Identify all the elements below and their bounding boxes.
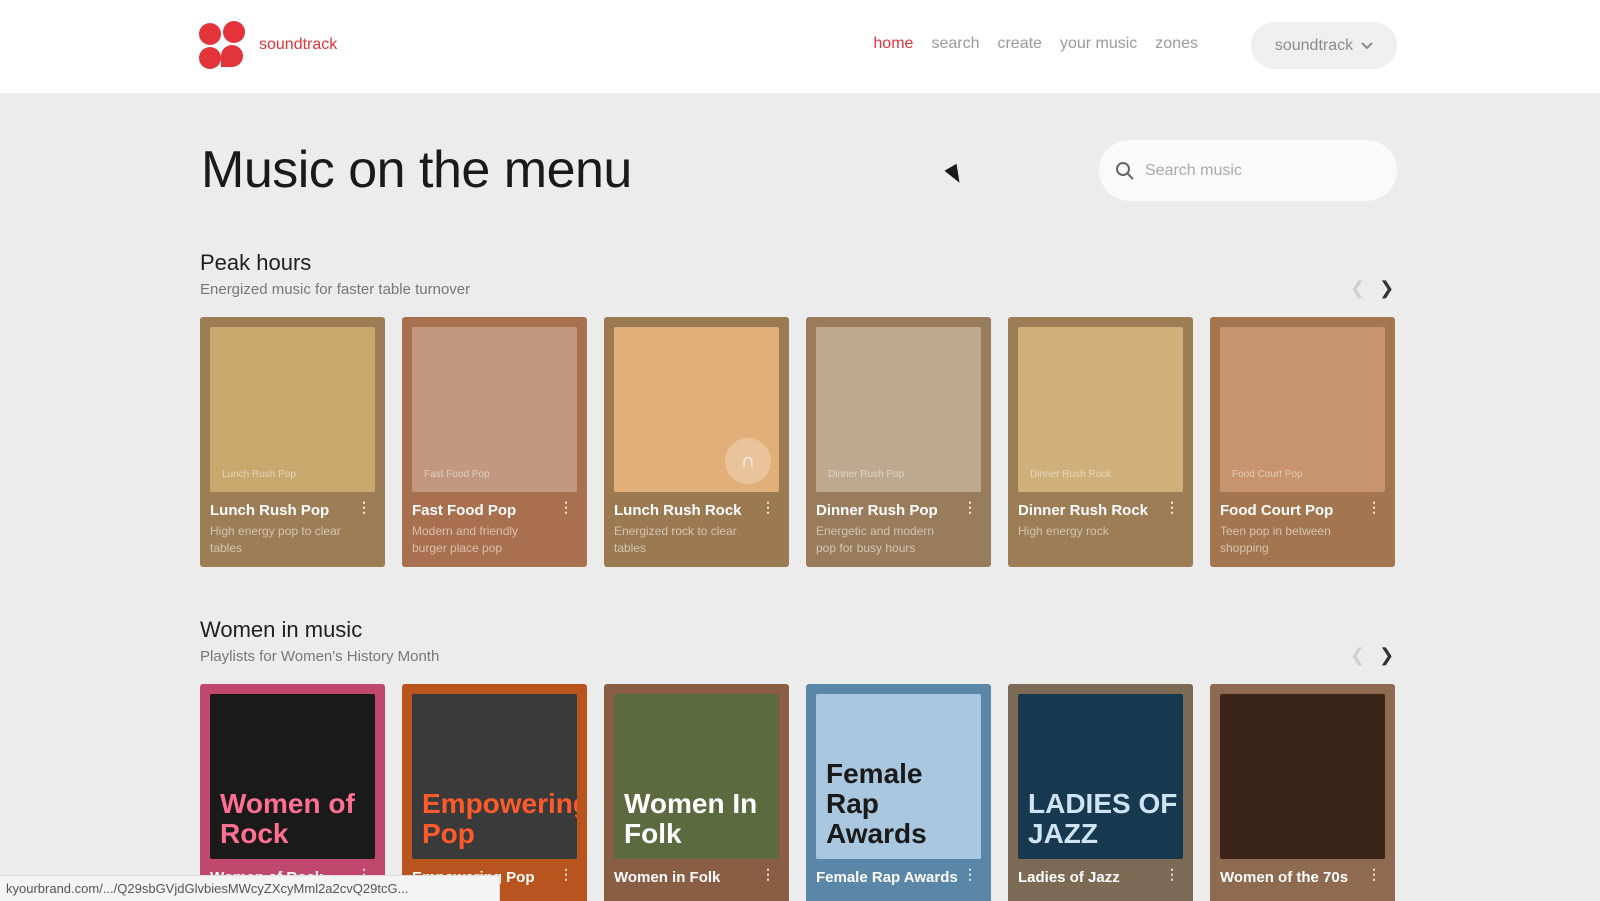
chevron-right-icon[interactable]: ❯ [1379,278,1394,299]
playlist-card[interactable]: Women In Folk Women in Folk ⋮ [604,684,789,901]
nav-item-home[interactable]: home [873,35,913,53]
playlist-title: Fast Food Pop [412,502,517,519]
section-title-peak-hours: Peak hours [200,250,312,275]
more-options-icon[interactable]: ⋮ [963,499,977,516]
more-options-icon[interactable]: ⋮ [963,866,977,883]
nav-item-zones[interactable]: zones [1155,35,1198,53]
playlist-description: High energy rock [1018,524,1109,538]
playlist-cover-art: Women of Rock [210,694,375,859]
cover-caption: Fast Food Pop [424,469,490,480]
search-input[interactable] [1145,161,1365,180]
brand-name: soundtrack [259,36,338,53]
chevron-down-icon [1361,41,1373,49]
chevron-left-icon[interactable]: ❮ [1350,645,1365,666]
brand[interactable]: soundtrack [199,21,337,69]
cover-caption: Dinner Rush Pop [828,469,905,480]
playlist-description: Energetic and modern pop for busy hours [816,524,935,555]
playlist-card[interactable]: Women of the 70s ⋮ [1210,684,1395,901]
browser-status-url: kyourbrand.com/.../Q29sbGVjdGlvbiesMWcyZ… [0,875,500,901]
cover-title-text: Female Rap Awards [826,758,927,849]
playlist-cover-art: Food Court Pop [1220,327,1385,492]
carousel-arrows: ❮ ❯ [1350,645,1394,666]
playlist-title: Ladies of Jazz [1018,869,1120,886]
playlist-card[interactable]: Dinner Rush Pop Dinner Rush Pop Energetic … [806,317,991,567]
playlist-description: Teen pop in between shopping [1220,524,1331,555]
playlist-title: Lunch Rush Rock [614,502,742,519]
playlist-cover-art [1220,694,1385,859]
section-subtitle-peak-hours: Energized music for faster table turnove… [200,281,471,298]
playlist-card[interactable]: Food Court Pop Food Court Pop Teen pop in … [1210,317,1395,567]
account-label: soundtrack [1274,36,1354,54]
playlist-cover-art: Female Rap Awards [816,694,981,859]
playlist-card[interactable]: ∩ Lunch Rush Rock Energized rock to clear … [604,317,789,567]
section-subtitle-women-in-music: Playlists for Women's History Month [200,648,440,665]
more-options-icon[interactable]: ⋮ [761,499,775,516]
playlist-row-peak-hours: Lunch Rush Pop Lunch Rush Pop High energy … [200,317,1395,567]
page-title: Music on the menu [201,141,632,199]
nav-item-create[interactable]: create [997,35,1041,53]
nav-item-search[interactable]: search [931,35,979,53]
account-menu-button[interactable]: soundtrack [1251,22,1397,69]
section-title-women-in-music: Women in music [200,617,363,642]
playlist-cover-art: Lunch Rush Pop [210,327,375,492]
playlist-title: Lunch Rush Pop [210,502,330,519]
playlist-description: High energy pop to clear tables [210,524,341,555]
top-navigation-bar: soundtrack home search create your music… [0,0,1600,93]
playlist-description: Energized rock to clear tables [614,524,737,555]
playlist-cover-art: Dinner Rush Rock [1018,327,1183,492]
search-icon [1116,161,1134,180]
playlist-card[interactable]: Women of RockWomen of Rock⋮ [200,684,385,901]
clover-logo-icon [199,21,247,69]
playlist-cover-art: ∩ [614,327,779,492]
playlist-cover-art: Dinner Rush Pop [816,327,981,492]
chevron-right-icon[interactable]: ❯ [1379,645,1394,666]
nav-item-your-music[interactable]: your music [1060,35,1137,53]
playlist-title: Women of the 70s [1220,869,1349,886]
cover-title-text: Empowering Pop [422,788,577,849]
carousel-arrows: ❮ ❯ [1350,278,1394,299]
headphones-icon: ∩ [725,438,771,484]
playlist-title: Dinner Rush Rock [1018,502,1149,519]
cover-caption: Dinner Rush Rock [1030,469,1112,480]
playlist-title: Female Rap Awards [816,869,958,886]
playlist-cover-art: Fast Food Pop [412,327,577,492]
playlist-card[interactable]: Fast Food Pop Fast Food Pop Modern and fri… [402,317,587,567]
chevron-left-icon[interactable]: ❮ [1350,278,1365,299]
mouse-cursor-icon [944,163,966,187]
playlist-cover-art: Women In Folk [614,694,779,859]
playlist-title: Food Court Pop [1220,502,1334,519]
playlist-title: Women in Folk [614,869,721,886]
playlist-title: Dinner Rush Pop [816,502,938,519]
playlist-card[interactable]: Lunch Rush Pop Lunch Rush Pop High energy … [200,317,385,567]
playlist-card[interactable]: Dinner Rush Rock Dinner Rush Rock High ene… [1008,317,1193,567]
playlist-cover-art: Empowering Pop [412,694,577,859]
more-options-icon[interactable]: ⋮ [761,866,775,883]
more-options-icon[interactable]: ⋮ [559,866,573,883]
cover-title-text: Women of Rock [220,788,355,849]
more-options-icon[interactable]: ⋮ [1367,499,1381,516]
cover-caption: Food Court Pop [1232,469,1303,480]
main-nav: home search create your music zones [873,35,1198,53]
more-options-icon[interactable]: ⋮ [357,499,371,516]
cover-title-text: Women In Folk [624,788,758,849]
more-options-icon[interactable]: ⋮ [1367,866,1381,883]
cover-title-text: LADIES OF JAZZ [1028,788,1178,849]
playlist-card[interactable]: LADIES OF JAZZ Ladies of Jazz ⋮ [1008,684,1193,901]
more-options-icon[interactable]: ⋮ [1165,499,1179,516]
playlist-card[interactable]: Female Rap Awards Female Rap Awards ⋮ [806,684,991,901]
search-box[interactable] [1099,140,1397,201]
more-options-icon[interactable]: ⋮ [1165,866,1179,883]
playlist-card[interactable]: Empowering PopEmpowering Pop⋮ [402,684,587,901]
playlist-row-women-in-music: Women of RockWomen of Rock⋮ Empowering Po… [200,684,1395,901]
cover-caption: Lunch Rush Pop [222,469,296,480]
playlist-cover-art: LADIES OF JAZZ [1018,694,1183,859]
more-options-icon[interactable]: ⋮ [559,499,573,516]
playlist-description: Modern and friendly burger place pop [412,524,519,555]
